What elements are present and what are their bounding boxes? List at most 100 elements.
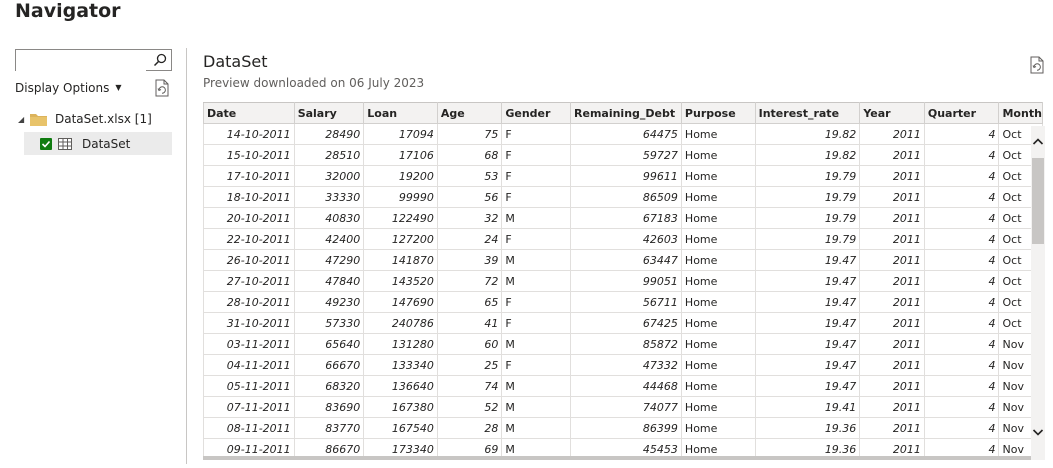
table-cell: 25 bbox=[436, 354, 503, 376]
table-cell: 2011 bbox=[859, 354, 925, 376]
vertical-scrollbar[interactable] bbox=[1031, 126, 1045, 460]
expand-arrow-icon[interactable]: ◢ bbox=[18, 115, 30, 124]
table-row[interactable]: 08-11-2011 83770 167540 28 M 86399 Home 19.36 20… bbox=[203, 417, 1043, 439]
table-cell: Home bbox=[680, 186, 756, 208]
search-icon[interactable] bbox=[153, 53, 167, 67]
table-cell: F bbox=[501, 228, 572, 250]
table-row[interactable]: 15-10-2011 28510 17106 68 F 59727 Home 19.82 201… bbox=[203, 144, 1043, 166]
preview-subtitle: Preview downloaded on 06 July 2023 bbox=[203, 76, 425, 90]
table-cell: 28490 bbox=[293, 123, 365, 145]
column-header-month[interactable]: Month bbox=[998, 102, 1043, 124]
table-cell: 53 bbox=[436, 165, 503, 187]
column-header-age[interactable]: Age bbox=[436, 102, 503, 124]
table-cell: F bbox=[501, 291, 572, 313]
table-cell: 19.82 bbox=[754, 144, 861, 166]
table-cell: 32 bbox=[436, 207, 503, 229]
table-cell: 240786 bbox=[363, 312, 438, 334]
data-preview-grid[interactable]: Date Salary Loan Age Gender Remaining_Debt Pur… bbox=[203, 102, 1043, 460]
table-cell: M bbox=[501, 207, 572, 229]
table-cell: 19.47 bbox=[754, 249, 861, 271]
table-cell: 4 bbox=[923, 207, 1000, 229]
column-header-remaining-debt[interactable]: Remaining_Debt bbox=[570, 102, 682, 124]
table-cell: 143520 bbox=[363, 270, 438, 292]
column-header-gender[interactable]: Gender bbox=[501, 102, 572, 124]
table-row[interactable]: 18-10-2011 33330 99990 56 F 86509 Home 19.79 201… bbox=[203, 186, 1043, 208]
horizontal-scrollbar[interactable] bbox=[203, 456, 1031, 460]
table-cell: 2011 bbox=[859, 312, 925, 334]
column-header-interest-rate[interactable]: Interest_rate bbox=[754, 102, 861, 124]
chevron-down-icon[interactable] bbox=[1032, 426, 1044, 438]
table-cell: F bbox=[501, 186, 572, 208]
table-row[interactable]: 07-11-2011 83690 167380 52 M 74077 Home 19.41 20… bbox=[203, 396, 1043, 418]
column-header-loan[interactable]: Loan bbox=[363, 102, 438, 124]
table-row[interactable]: 27-10-2011 47840 143520 72 M 99051 Home 19.47 20… bbox=[203, 270, 1043, 292]
table-row[interactable]: 28-10-2011 49230 147690 65 F 56711 Home 19.47 20… bbox=[203, 291, 1043, 313]
table-row[interactable]: 05-11-2011 68320 136640 74 M 44468 Home 19.47 20… bbox=[203, 375, 1043, 397]
table-cell: 56711 bbox=[570, 291, 682, 313]
table-row[interactable]: 14-10-2011 28490 17094 75 F 64475 Home 19.82 201… bbox=[203, 123, 1043, 145]
table-cell: Home bbox=[680, 417, 756, 439]
table-cell: 2011 bbox=[859, 270, 925, 292]
checkbox[interactable] bbox=[40, 137, 52, 150]
refresh-icon[interactable] bbox=[1029, 56, 1045, 74]
table-cell: 147690 bbox=[363, 291, 438, 313]
table-row[interactable]: 17-10-2011 32000 19200 53 F 99611 Home 19.79 201… bbox=[203, 165, 1043, 187]
table-row[interactable]: 22-10-2011 42400 127200 24 F 42603 Home 19.79 20… bbox=[203, 228, 1043, 250]
table-cell: 04-11-2011 bbox=[203, 354, 295, 376]
table-cell: 19.47 bbox=[754, 375, 861, 397]
table-cell: 2011 bbox=[859, 396, 925, 418]
table-cell: 22-10-2011 bbox=[203, 228, 295, 250]
pane-divider[interactable] bbox=[186, 48, 187, 464]
table-cell: 4 bbox=[923, 375, 1000, 397]
table-cell: 19.79 bbox=[754, 186, 861, 208]
table-cell: F bbox=[501, 312, 572, 334]
table-cell: 14-10-2011 bbox=[203, 123, 295, 145]
table-cell: 27-10-2011 bbox=[203, 270, 295, 292]
table-cell: 26-10-2011 bbox=[203, 249, 295, 271]
column-header-date[interactable]: Date bbox=[203, 102, 295, 124]
table-cell: 4 bbox=[923, 228, 1000, 250]
column-header-salary[interactable]: Salary bbox=[293, 102, 365, 124]
table-cell: 67425 bbox=[570, 312, 682, 334]
column-header-quarter[interactable]: Quarter bbox=[923, 102, 1000, 124]
display-options-button[interactable]: Display Options ▼ bbox=[15, 81, 122, 95]
table-cell: 05-11-2011 bbox=[203, 375, 295, 397]
table-row[interactable]: 20-10-2011 40830 122490 32 M 67183 Home 19.79 20… bbox=[203, 207, 1043, 229]
tree-file-label: DataSet.xlsx [1] bbox=[55, 112, 152, 126]
table-cell: 4 bbox=[923, 396, 1000, 418]
table-row[interactable]: 26-10-2011 47290 141870 39 M 63447 Home 19.47 20… bbox=[203, 249, 1043, 271]
table-cell: 32000 bbox=[293, 165, 365, 187]
table-cell: 85872 bbox=[570, 333, 682, 355]
scrollbar-thumb[interactable] bbox=[1032, 158, 1044, 244]
column-header-year[interactable]: Year bbox=[859, 102, 925, 124]
column-header-purpose[interactable]: Purpose bbox=[680, 102, 756, 124]
tree-node-file[interactable]: ◢ DataSet.xlsx [1] bbox=[18, 110, 152, 128]
table-cell: 4 bbox=[923, 123, 1000, 145]
table-cell: 19.47 bbox=[754, 270, 861, 292]
refresh-icon[interactable] bbox=[154, 79, 170, 97]
table-cell: 40830 bbox=[293, 207, 365, 229]
table-row[interactable]: 31-10-2011 57330 240786 41 F 67425 Home 19.47 20… bbox=[203, 312, 1043, 334]
table-cell: 19200 bbox=[363, 165, 438, 187]
table-cell: 133340 bbox=[363, 354, 438, 376]
table-cell: 60 bbox=[436, 333, 503, 355]
table-cell: M bbox=[501, 417, 572, 439]
chevron-up-icon[interactable] bbox=[1032, 136, 1044, 148]
table-cell: 65 bbox=[436, 291, 503, 313]
tree-item-dataset[interactable]: DataSet bbox=[24, 132, 172, 155]
table-cell: Home bbox=[680, 333, 756, 355]
table-cell: 2011 bbox=[859, 144, 925, 166]
table-cell: 19.47 bbox=[754, 291, 861, 313]
table-cell: 4 bbox=[923, 333, 1000, 355]
search-input[interactable] bbox=[16, 51, 146, 71]
table-row[interactable]: 04-11-2011 66670 133340 25 F 47332 Home 19.47 20… bbox=[203, 354, 1043, 376]
table-cell: 15-10-2011 bbox=[203, 144, 295, 166]
table-row[interactable]: 03-11-2011 65640 131280 60 M 85872 Home 19.47 20… bbox=[203, 333, 1043, 355]
table-cell: 47290 bbox=[293, 249, 365, 271]
table-cell: 2011 bbox=[859, 228, 925, 250]
table-cell: 4 bbox=[923, 249, 1000, 271]
search-box[interactable] bbox=[15, 49, 172, 71]
table-cell: 42603 bbox=[570, 228, 682, 250]
table-cell: Home bbox=[680, 249, 756, 271]
table-cell: 47840 bbox=[293, 270, 365, 292]
